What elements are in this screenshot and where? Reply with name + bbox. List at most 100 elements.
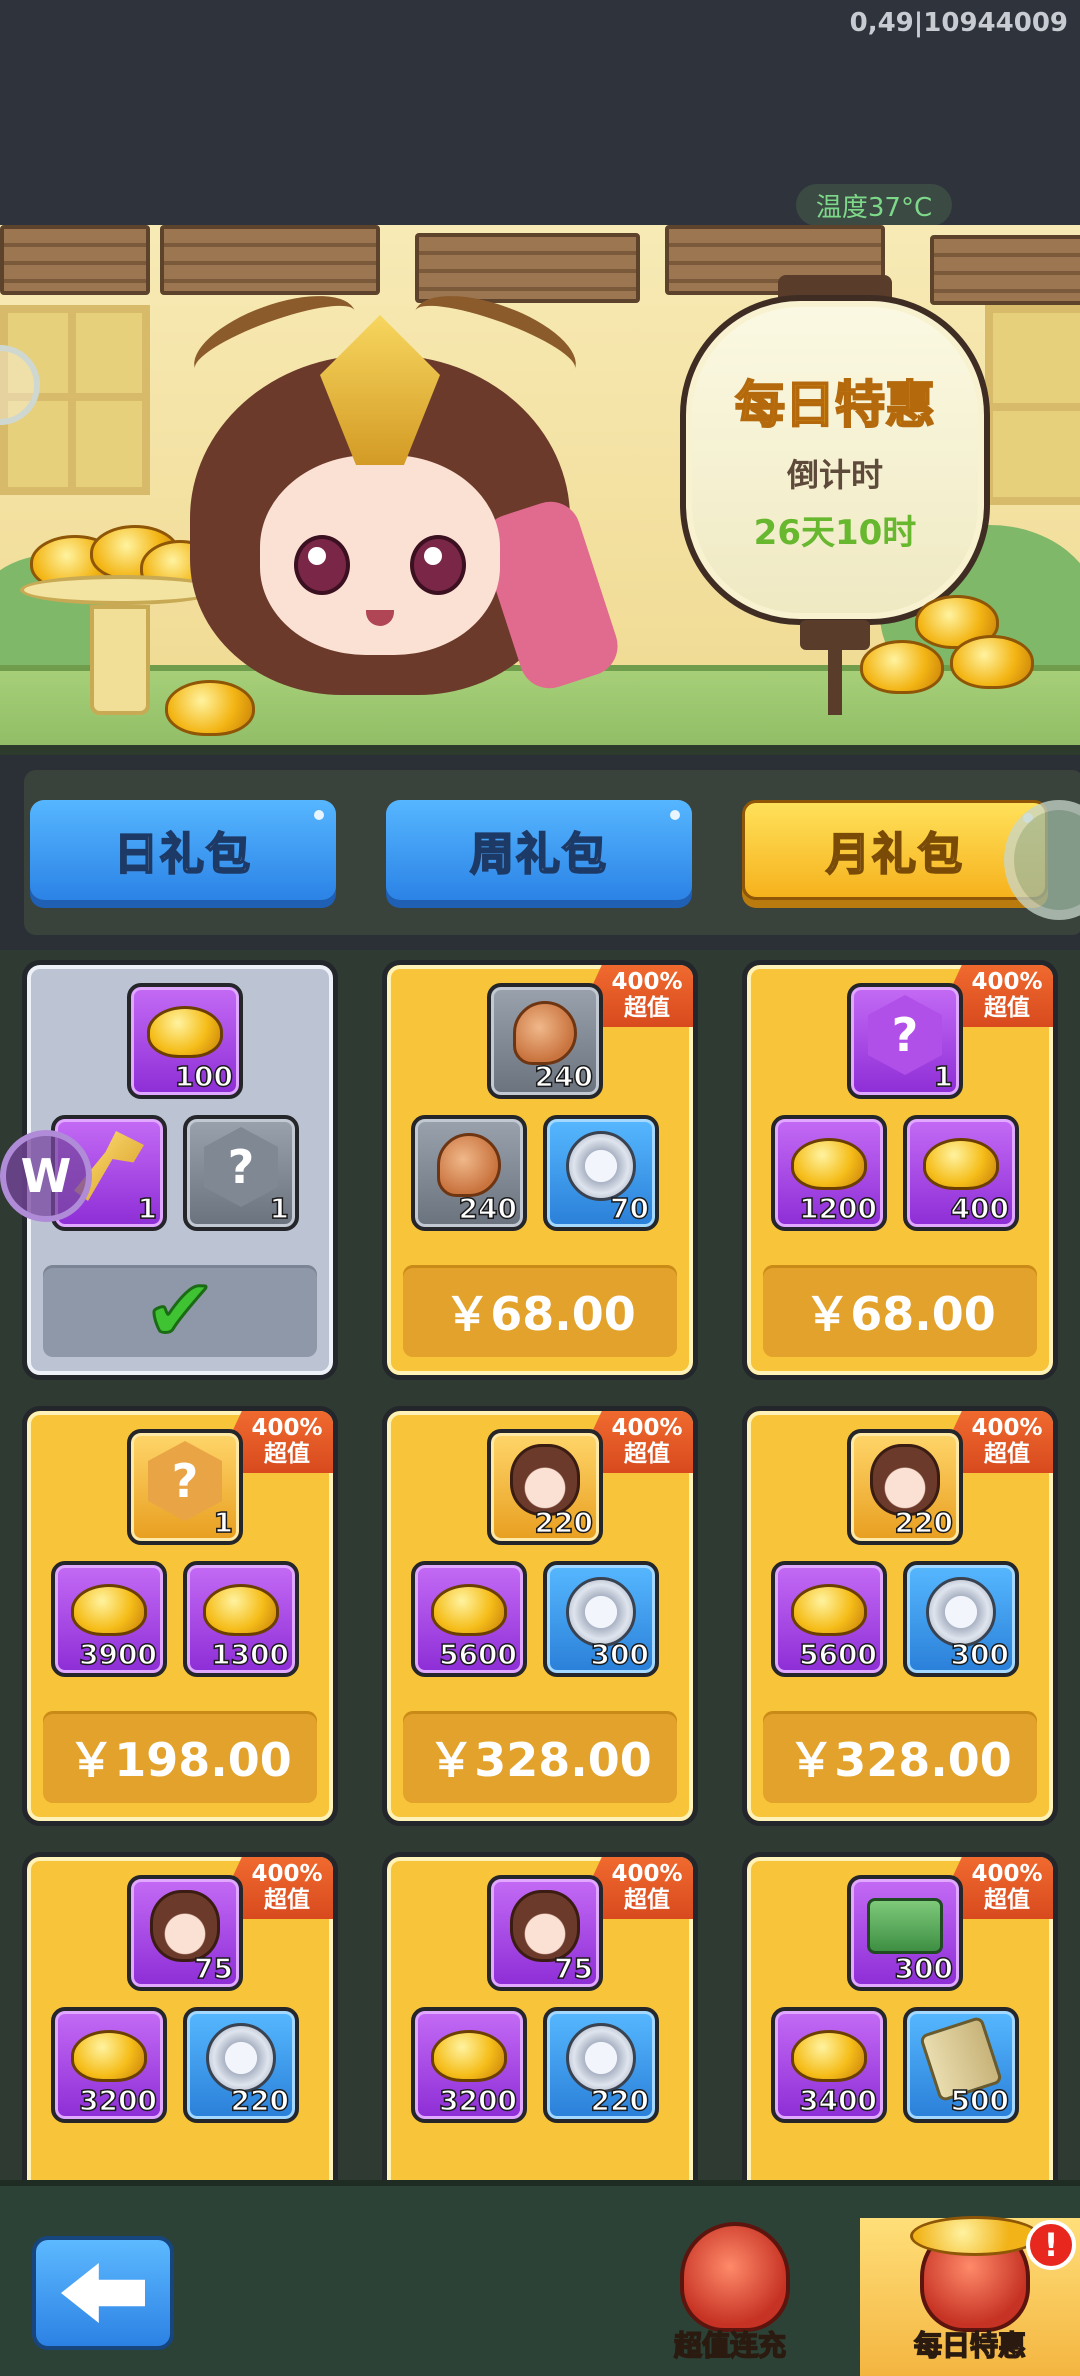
price-button[interactable]: ￥68.00: [763, 1265, 1037, 1357]
item-quantity: 70: [609, 1191, 649, 1226]
gold-ingot-icon: [203, 1584, 279, 1636]
gift-pack-card[interactable]: 400% 超值 220 5600 300 ￥328.00: [742, 1406, 1058, 1826]
reward-item[interactable]: 3200: [411, 2007, 527, 2123]
gift-pack-card[interactable]: 400% 超值? 1 1200 400 ￥68.00: [742, 960, 1058, 1380]
checkmark-icon: ✔: [142, 1261, 217, 1361]
gold-ingot-icon: [431, 1584, 507, 1636]
silver-coin-icon: [206, 2023, 276, 2093]
alert-badge: !: [1026, 2220, 1076, 2270]
reward-item[interactable]: 3400: [771, 2007, 887, 2123]
item-quantity: 1: [933, 1059, 954, 1094]
reward-item[interactable]: 5600: [411, 1561, 527, 1677]
purchased-indicator: ✔: [43, 1265, 317, 1357]
gold-ingot-icon: [860, 640, 944, 694]
back-button[interactable]: [32, 2236, 174, 2350]
gift-pack-card[interactable]: 400% 超值 300 3400 500: [742, 1852, 1058, 2180]
reward-item[interactable]: ? 1: [847, 983, 963, 1099]
item-quantity: 300: [894, 1951, 954, 1986]
gold-ingot-icon: [71, 1584, 147, 1636]
gold-ingot-icon: [791, 1584, 867, 1636]
promo-banner: 每日特惠 倒计时 26天10时: [0, 225, 1080, 755]
silver-coin-icon: [926, 1577, 996, 1647]
reward-item[interactable]: 5600: [771, 1561, 887, 1677]
item-quantity: 5600: [798, 1637, 877, 1672]
countdown-label: 倒计时: [786, 456, 883, 494]
item-quantity: 3900: [78, 1637, 157, 1672]
hero-character-illustration: [150, 278, 626, 705]
gold-ingot-icon: [950, 635, 1034, 689]
item-quantity: 3200: [78, 2083, 157, 2118]
reward-item[interactable]: 300: [543, 1561, 659, 1677]
item-quantity: 5600: [438, 1637, 517, 1672]
nav-label: 超值连充: [673, 2328, 787, 2363]
mystery-hex-purple-icon: ?: [868, 995, 942, 1075]
gold-ingot-icon: [791, 1138, 867, 1190]
tab-daily-pack[interactable]: 日礼包: [30, 800, 336, 900]
item-quantity: 1300: [210, 1637, 289, 1672]
silver-coin-icon: [566, 1577, 636, 1647]
price-button[interactable]: ￥328.00: [763, 1711, 1037, 1803]
tab-weekly-pack[interactable]: 周礼包: [386, 800, 692, 900]
reward-item[interactable]: 70: [543, 1115, 659, 1231]
item-quantity: 3400: [798, 2083, 877, 2118]
reward-item[interactable]: ? 1: [127, 1429, 243, 1545]
gift-pack-card[interactable]: 400% 超值 240 240 70 ￥68.00: [382, 960, 698, 1380]
jade-seal-icon: [867, 1898, 943, 1954]
gift-pack-card[interactable]: 400% 超值 75 3200 220: [382, 1852, 698, 2180]
item-quantity: 400: [950, 1191, 1010, 1226]
gift-pack-card[interactable]: 400% 超值 220 5600 300 ￥328.00: [382, 1406, 698, 1826]
reward-item[interactable]: 3200: [51, 2007, 167, 2123]
item-quantity: 1: [269, 1191, 290, 1226]
price-button[interactable]: ￥198.00: [43, 1711, 317, 1803]
item-quantity: 1: [137, 1191, 158, 1226]
back-arrow-icon: [61, 2263, 145, 2323]
reward-item[interactable]: 75: [487, 1875, 603, 1991]
item-quantity: 3200: [438, 2083, 517, 2118]
reward-item[interactable]: 1200: [771, 1115, 887, 1231]
reward-item[interactable]: 300: [903, 1561, 1019, 1677]
debug-readout: 0,49|10944009: [849, 8, 1068, 38]
temperature-badge: 温度37°C: [796, 184, 952, 226]
floating-w-icon[interactable]: W: [0, 1130, 92, 1222]
item-quantity: 500: [950, 2083, 1010, 2118]
reward-item[interactable]: 220: [183, 2007, 299, 2123]
banner-title: 每日特惠: [734, 375, 936, 435]
reward-item[interactable]: 220: [487, 1429, 603, 1545]
reward-item[interactable]: 75: [127, 1875, 243, 1991]
reward-item[interactable]: ? 1: [183, 1115, 299, 1231]
item-quantity: 240: [534, 1059, 594, 1094]
gold-ingot-icon: [791, 2030, 867, 2082]
gold-ingot-icon: [923, 1138, 999, 1190]
reward-item[interactable]: 400: [903, 1115, 1019, 1231]
item-quantity: 220: [590, 2083, 650, 2118]
countdown-value: 26天10时: [753, 513, 917, 553]
reward-item[interactable]: 220: [543, 2007, 659, 2123]
meat-icon: [437, 1133, 501, 1197]
item-quantity: 300: [950, 1637, 1010, 1672]
mystery-hex-orange-icon: ?: [148, 1441, 222, 1521]
reward-item[interactable]: 240: [487, 983, 603, 1099]
price-button[interactable]: ￥328.00: [403, 1711, 677, 1803]
gold-ingot-icon: [147, 1006, 223, 1058]
reward-item[interactable]: 300: [847, 1875, 963, 1991]
item-quantity: 1: [213, 1505, 234, 1540]
gold-ingot-icon: [431, 2030, 507, 2082]
item-quantity: 220: [230, 2083, 290, 2118]
gift-pack-card[interactable]: 400% 超值 75 3200 220: [22, 1852, 338, 2180]
reward-item[interactable]: 3900: [51, 1561, 167, 1677]
meat-icon: [513, 1001, 577, 1065]
price-button[interactable]: ￥68.00: [403, 1265, 677, 1357]
reward-item[interactable]: 100: [127, 983, 243, 1099]
reward-item[interactable]: 240: [411, 1115, 527, 1231]
reward-item[interactable]: 500: [903, 2007, 1019, 2123]
pack-grid: 100 1? 1 ✔ 400% 超值 240 240 70 ￥68.00 400% 超值? 1 1200 4…: [0, 950, 1080, 2180]
nav-item-value-recharge[interactable]: 超值连充: [640, 2216, 820, 2372]
gift-pack-card[interactable]: 400% 超值? 1 3900 1300 ￥198.00: [22, 1406, 338, 1826]
reward-item[interactable]: 220: [847, 1429, 963, 1545]
item-quantity: 100: [174, 1059, 234, 1094]
item-quantity: 75: [193, 1951, 233, 1986]
status-bar: 0,49|10944009 温度37°C: [0, 0, 1080, 226]
tab-monthly-pack[interactable]: 月礼包: [742, 800, 1048, 900]
reward-item[interactable]: 1300: [183, 1561, 299, 1677]
nav-label: 每日特惠: [913, 2328, 1027, 2363]
